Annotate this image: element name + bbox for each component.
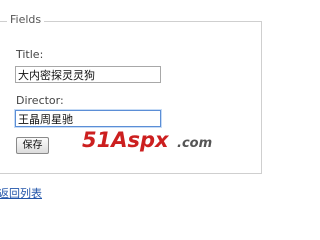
director-label: Director:: [16, 94, 64, 107]
title-input[interactable]: [15, 66, 161, 83]
watermark-logo: 51Aspx .com: [82, 128, 212, 152]
back-to-list-link[interactable]: 返回列表: [0, 187, 42, 200]
watermark-suffix-text: .com: [177, 136, 212, 151]
save-button[interactable]: 保存: [16, 137, 49, 154]
title-label: Title:: [16, 48, 44, 61]
watermark-main-text: 51Aspx: [82, 128, 170, 152]
fieldset-legend: Fields: [7, 13, 45, 27]
